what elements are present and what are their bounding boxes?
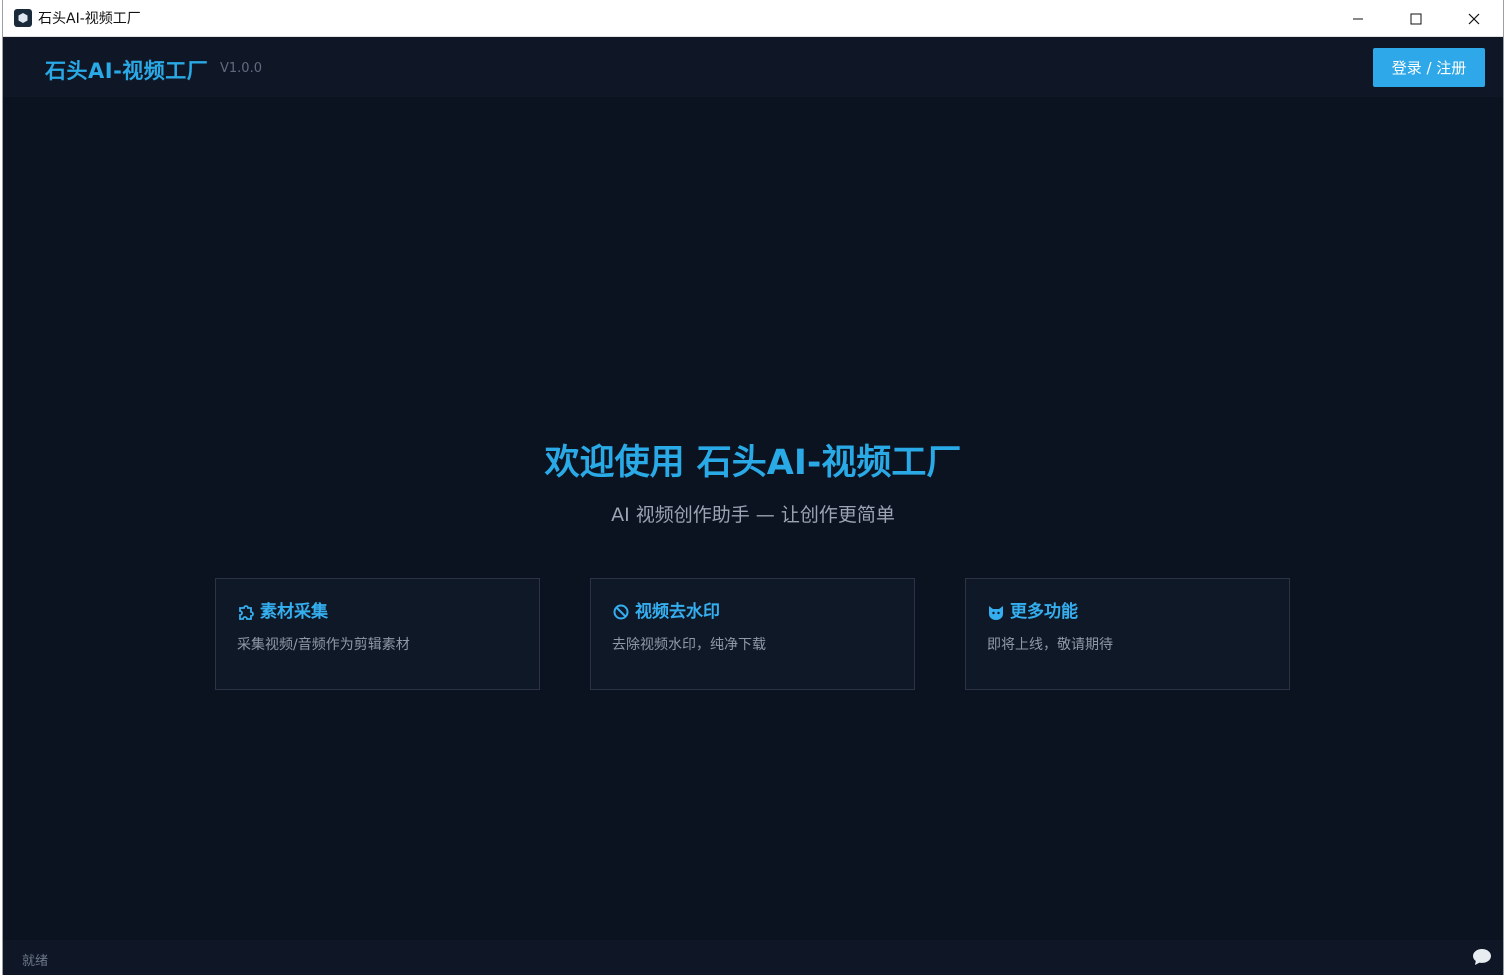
- window-controls: [1329, 0, 1503, 37]
- card-title-text: 更多功能: [1010, 602, 1078, 622]
- chat-bubble-icon[interactable]: [1471, 947, 1493, 967]
- card-title: 视频去水印: [612, 597, 720, 622]
- app-header: 石头AI-视频工厂 V1.0.0 登录 / 注册: [3, 37, 1503, 97]
- app-logo-icon: [14, 9, 32, 27]
- brand-title: 石头AI-视频工厂: [45, 59, 209, 83]
- version-label: V1.0.0: [220, 61, 262, 76]
- cat-icon: [989, 605, 1003, 620]
- app-window: 石头AI-视频工厂 石头AI-视频工厂 V1.0.0 登录 / 注册 欢迎使用 …: [2, 0, 1504, 975]
- card-title: 更多功能: [987, 597, 1078, 622]
- maximize-icon: [1410, 13, 1422, 24]
- ban-icon: [613, 604, 629, 619]
- card-remove-watermark[interactable]: 视频去水印 去除视频水印，纯净下载: [590, 578, 915, 690]
- welcome-heading: 欢迎使用 石头AI-视频工厂: [544, 443, 962, 483]
- card-description: 采集视频/音频作为剪辑素材: [237, 637, 410, 653]
- card-title-text: 素材采集: [260, 602, 328, 622]
- status-bar: 就绪: [3, 940, 1503, 975]
- card-material-collect[interactable]: 素材采集 采集视频/音频作为剪辑素材: [215, 578, 540, 690]
- close-icon: [1468, 13, 1480, 24]
- card-more-features[interactable]: 更多功能 即将上线，敬请期待: [965, 578, 1290, 690]
- close-button[interactable]: [1445, 0, 1503, 37]
- minimize-button[interactable]: [1329, 0, 1387, 37]
- welcome-subtitle: AI 视频创作助手 — 让创作更简单: [611, 504, 895, 526]
- title-bar[interactable]: 石头AI-视频工厂: [3, 0, 1503, 37]
- card-title: 素材采集: [237, 597, 328, 622]
- maximize-button[interactable]: [1387, 0, 1445, 37]
- window-title: 石头AI-视频工厂: [38, 11, 141, 27]
- minimize-icon: [1353, 18, 1363, 19]
- puzzle-icon: [239, 604, 254, 620]
- card-description: 即将上线，敬请期待: [987, 637, 1113, 653]
- card-title-text: 视频去水印: [635, 602, 720, 622]
- card-description: 去除视频水印，纯净下载: [612, 637, 766, 653]
- main-content: 欢迎使用 石头AI-视频工厂 AI 视频创作助手 — 让创作更简单 素材采集 采…: [3, 97, 1503, 940]
- status-text: 就绪: [22, 954, 49, 969]
- login-register-button[interactable]: 登录 / 注册: [1373, 48, 1485, 87]
